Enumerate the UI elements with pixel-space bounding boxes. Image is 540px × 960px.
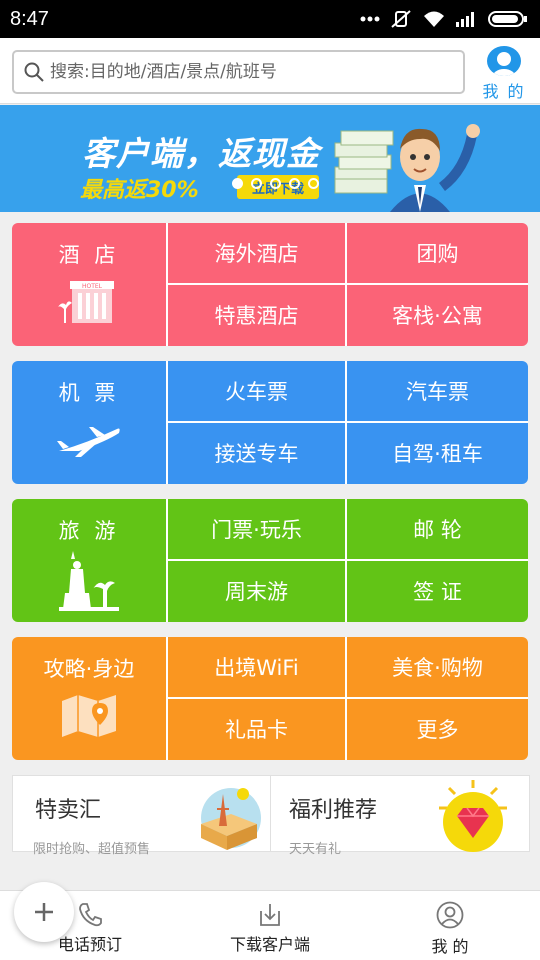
battery-icon (488, 11, 527, 27)
flight-section: 机 票 火车票 汽车票 接送专车 自驾·租车 (12, 361, 528, 484)
floating-add-button[interactable] (14, 882, 74, 942)
travel-label: 旅 游 (58, 519, 120, 543)
discount-hotel-button[interactable]: 特惠酒店 (168, 284, 347, 346)
tab-mine-label: 我 的 (431, 937, 469, 956)
banner-title: 客户端，返现金 (82, 134, 320, 173)
hotel-icon: HOTEL (58, 281, 114, 323)
phone-icon (79, 903, 102, 927)
overseas-hotel-button[interactable]: 海外酒店 (168, 223, 347, 285)
bottom-tab-bar: 电话预订 下载客户端 我 的 (0, 890, 540, 960)
guide-nearby-button[interactable]: 攻略·身边 (12, 637, 168, 760)
welfare-subtitle: 天天有礼 (289, 842, 342, 857)
statue-of-liberty-icon (59, 551, 119, 611)
travel-button[interactable]: 旅 游 (12, 499, 168, 622)
airplane-icon (57, 427, 120, 457)
more-button[interactable]: 更多 (347, 699, 528, 761)
bus-ticket-button[interactable]: 汽车票 (347, 361, 528, 423)
promo-banner[interactable]: 客户端，返现金 最高返30% 立即下载 (0, 105, 540, 212)
flash-sale-card[interactable]: 特卖汇 限时抢购、超值预售 (13, 776, 271, 857)
user-icon (436, 901, 464, 929)
more-dots-icon (360, 16, 380, 22)
weekend-trip-button[interactable]: 周末游 (168, 560, 347, 622)
overseas-wifi-button[interactable]: 出境WiFi (168, 637, 347, 699)
banner-subtitle: 最高返30% (80, 178, 199, 203)
search-input[interactable] (50, 62, 450, 82)
flight-button[interactable]: 机 票 (12, 361, 168, 484)
tab-mine[interactable]: 我 的 (360, 891, 540, 960)
status-icons (360, 9, 528, 29)
diamond-icon (439, 780, 507, 852)
carousel-dot (270, 178, 281, 189)
inn-apartment-button[interactable]: 客栈·公寓 (347, 285, 528, 347)
hotel-button[interactable]: 酒 店 HOTEL (12, 223, 168, 346)
guide-sub-grid: 出境WiFi 美食·购物 礼品卡 更多 (168, 637, 528, 760)
map-icon (62, 695, 116, 737)
download-icon (260, 904, 280, 926)
tab-phone-booking-label: 电话预订 (57, 935, 122, 954)
search-icon (24, 62, 44, 82)
hotel-label: 酒 店 (58, 243, 120, 267)
carousel-dot (289, 178, 300, 189)
header-mine-button[interactable]: 我 的 (478, 46, 530, 102)
flash-sale-subtitle: 限时抢购、超值预售 (33, 842, 151, 857)
hotel-section: 酒 店 HOTEL 海外酒店 团购 特惠酒店 客栈·公寓 (12, 223, 528, 346)
airport-transfer-button[interactable]: 接送专车 (168, 422, 347, 484)
welfare-title: 福利推荐 (289, 798, 378, 823)
gift-card-button[interactable]: 礼品卡 (168, 698, 347, 760)
header: 我 的 (0, 38, 540, 104)
guide-label: 攻略·身边 (43, 657, 135, 681)
wifi-icon (424, 11, 444, 27)
tab-download-app-label: 下载客户端 (229, 935, 310, 954)
group-buy-button[interactable]: 团购 (347, 223, 528, 285)
vibrate-mute-icon (391, 10, 411, 28)
travel-sub-grid: 门票·玩乐 邮 轮 周末游 签 证 (168, 499, 528, 622)
eiffel-box-icon (201, 788, 261, 850)
hotel-sub-grid: 海外酒店 团购 特惠酒店 客栈·公寓 (168, 223, 528, 346)
travel-section: 旅 游 门票·玩乐 邮 轮 周末游 签 证 (12, 499, 528, 622)
cruise-button[interactable]: 邮 轮 (347, 499, 528, 561)
promo-cards: 特卖汇 限时抢购、超值预售 福利推荐 天天有礼 (12, 775, 530, 857)
header-mine-label: 我 的 (482, 82, 526, 101)
plus-icon (35, 903, 53, 921)
guide-section: 攻略·身边 出境WiFi 美食·购物 礼品卡 更多 (12, 637, 528, 760)
carousel-dot (308, 178, 319, 189)
welfare-card[interactable]: 福利推荐 天天有礼 (271, 776, 529, 857)
visa-button[interactable]: 签 证 (347, 561, 528, 623)
flight-label: 机 票 (58, 381, 120, 405)
tab-download-app[interactable]: 下载客户端 (180, 891, 360, 960)
carousel-dot (251, 178, 262, 189)
tickets-fun-button[interactable]: 门票·玩乐 (168, 499, 347, 561)
flash-sale-title: 特卖汇 (35, 798, 102, 823)
status-bar: 8:47 (0, 0, 540, 38)
carousel-indicator (232, 178, 319, 189)
carousel-dot (232, 178, 243, 189)
signal-icon (456, 12, 474, 27)
flight-sub-grid: 火车票 汽车票 接送专车 自驾·租车 (168, 361, 528, 484)
food-shopping-button[interactable]: 美食·购物 (347, 637, 528, 699)
train-ticket-button[interactable]: 火车票 (168, 361, 347, 423)
search-box[interactable] (12, 50, 465, 94)
svg-text:HOTEL: HOTEL (82, 283, 103, 290)
car-rental-button[interactable]: 自驾·租车 (347, 423, 528, 485)
status-time: 8:47 (10, 7, 49, 30)
avatar-icon (487, 46, 521, 76)
